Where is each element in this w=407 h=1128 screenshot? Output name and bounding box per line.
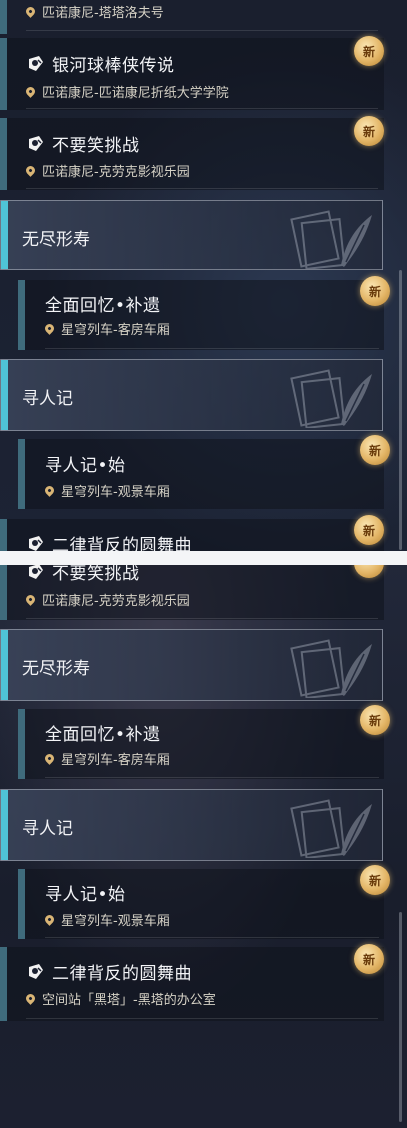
divider <box>26 108 378 109</box>
chapter-title: 无尽形寿 <box>22 659 90 679</box>
location-pin-icon <box>24 85 37 98</box>
chapter-header-endless[interactable]: 无尽形寿 <box>0 200 383 270</box>
mission-title: 寻人记•始 <box>45 885 126 905</box>
divider <box>45 937 379 938</box>
divider <box>26 618 378 619</box>
mission-location: 匹诺康尼-克劳克影视乐园 <box>24 161 190 180</box>
new-badge-icon: 新 <box>354 36 384 66</box>
divider <box>26 188 378 189</box>
mission-accent-bar <box>18 280 25 350</box>
mission-accent-bar <box>0 38 7 110</box>
mission-location: 匹诺康尼-塔塔洛夫号 <box>24 2 164 21</box>
chapter-header-search[interactable]: 寻人记 <box>0 359 383 431</box>
chapter-header-endless[interactable]: 无尽形寿 <box>0 629 383 701</box>
mission-item-antinomy-rondo[interactable]: 二律背反的圆舞曲 <box>0 519 384 552</box>
mission-accent-bar <box>0 0 7 34</box>
event-ticket-icon <box>26 535 46 552</box>
location-pin-icon <box>24 593 37 606</box>
new-badge-icon: 新 <box>354 515 384 545</box>
new-badge-icon: 新 <box>354 944 384 974</box>
mission-title: 全面回忆•补遗 <box>45 296 161 316</box>
chapter-emblem-icon <box>286 636 378 698</box>
mission-item-total-recall[interactable]: 全面回忆•补遗 星穹列车-客房车厢 <box>18 280 384 350</box>
chapter-title: 寻人记 <box>22 819 73 839</box>
location-pin-icon <box>43 913 56 926</box>
location-pin-icon <box>43 322 56 335</box>
location-pin-icon <box>43 484 56 497</box>
mission-location: 星穹列车-观景车厢 <box>43 481 170 500</box>
mission-title: 不要笑挑战 <box>26 131 140 156</box>
chapter-accent-bar <box>1 201 8 269</box>
chapter-header-search[interactable]: 寻人记 <box>0 789 383 861</box>
new-badge-icon: 新 <box>360 276 390 306</box>
divider <box>26 1018 378 1019</box>
new-badge-icon: 新 <box>360 865 390 895</box>
mission-item-search-start[interactable]: 寻人记•始 星穹列车-观景车厢 <box>18 869 384 939</box>
divider <box>45 777 379 778</box>
screenshot-divider <box>0 551 407 565</box>
mission-title: 二律背反的圆舞曲 <box>26 959 192 984</box>
new-badge-icon: 新 <box>360 435 390 465</box>
mission-accent-bar <box>0 947 7 1021</box>
mission-item-antinomy-rondo[interactable]: 二律背反的圆舞曲 空间站「黑塔」-黑塔的办公室 <box>0 947 384 1021</box>
chapter-title: 寻人记 <box>22 389 73 409</box>
mission-list-panel-bottom[interactable]: 不要笑挑战 匹诺康尼-克劳克影视乐园 无尽形寿 全面回忆•补遗 星穹列车-客房车… <box>0 552 407 1128</box>
mission-accent-bar <box>18 869 25 939</box>
mission-item-total-recall[interactable]: 全面回忆•补遗 星穹列车-客房车厢 <box>18 709 384 779</box>
mission-item-galaxy-batter[interactable]: 银河球棒侠传说 匹诺康尼-匹诺康尼折纸大学学院 <box>0 38 384 110</box>
event-ticket-icon <box>26 963 46 981</box>
mission-location: 匹诺康尼-克劳克影视乐园 <box>24 590 190 609</box>
mission-title: 银河球棒侠传说 <box>26 51 175 76</box>
mission-location: 星穹列车-观景车厢 <box>43 910 170 929</box>
chapter-emblem-icon <box>286 207 378 269</box>
divider <box>45 348 379 349</box>
location-pin-icon <box>24 5 37 18</box>
location-pin-icon <box>24 992 37 1005</box>
mission-title: 二律背反的圆舞曲 <box>26 531 192 552</box>
chapter-title: 无尽形寿 <box>22 230 90 250</box>
mission-title: 寻人记•始 <box>45 456 126 476</box>
mission-location: 星穹列车-客房车厢 <box>43 749 170 768</box>
mission-accent-bar <box>18 439 25 509</box>
location-pin-icon <box>24 164 37 177</box>
location-pin-icon <box>43 752 56 765</box>
mission-location: 匹诺康尼-匹诺康尼折纸大学学院 <box>24 82 229 101</box>
chapter-emblem-icon <box>286 796 378 858</box>
mission-accent-bar <box>18 709 25 779</box>
event-ticket-icon <box>26 55 46 73</box>
new-badge-icon: 新 <box>354 116 384 146</box>
mission-item-search-start[interactable]: 寻人记•始 星穹列车-观景车厢 <box>18 439 384 509</box>
scrollbar[interactable] <box>399 270 402 550</box>
chapter-accent-bar <box>1 790 8 860</box>
event-ticket-icon <box>26 563 46 581</box>
chapter-emblem-icon <box>286 366 378 428</box>
chapter-accent-bar <box>1 630 8 700</box>
mission-item-dont-laugh[interactable]: 不要笑挑战 匹诺康尼-克劳克影视乐园 <box>0 118 384 190</box>
new-badge-icon: 新 <box>360 705 390 735</box>
mission-accent-bar <box>0 519 7 552</box>
divider <box>26 30 378 31</box>
mission-title: 全面回忆•补遗 <box>45 725 161 745</box>
scrollbar[interactable] <box>399 912 402 1122</box>
mission-accent-bar <box>0 118 7 190</box>
mission-location: 空间站「黑塔」-黑塔的办公室 <box>24 989 216 1008</box>
mission-location: 星穹列车-客房车厢 <box>43 319 170 338</box>
mission-list-panel-top[interactable]: 匹诺康尼-塔塔洛夫号 银河球棒侠传说 匹诺康尼-匹诺康尼折纸大学学院 新 不要笑… <box>0 0 407 552</box>
chapter-accent-bar <box>1 360 8 430</box>
event-ticket-icon <box>26 135 46 153</box>
